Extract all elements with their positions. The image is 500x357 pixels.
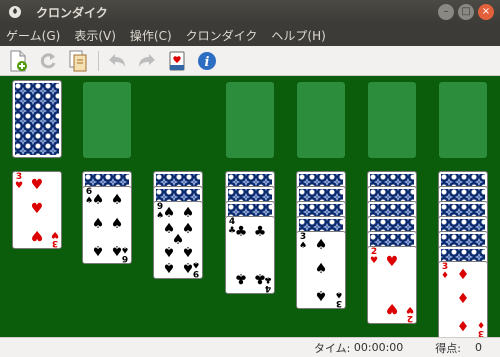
- minimize-button[interactable]: –: [438, 4, 454, 20]
- card-pip: ♠: [91, 192, 105, 208]
- playing-card[interactable]: 2 ♥ ♥ ♥ 2 ♥: [367, 246, 417, 324]
- playing-card[interactable]: 6 ♠ ♠ ♠ ♠ ♠ ♠ ♠ 6 ♠: [82, 186, 132, 264]
- card-pip: ♦: [456, 317, 470, 333]
- foundation-slot[interactable]: [226, 82, 274, 158]
- card-pip: ♥: [30, 201, 44, 217]
- card-pip: ♠: [314, 287, 328, 303]
- toolbar: i: [0, 46, 500, 76]
- card-pip: ♦: [456, 291, 470, 307]
- card-index: 9 ♠: [191, 259, 200, 278]
- card-pip: ♥: [385, 254, 399, 270]
- card-index: 3 ♠: [334, 289, 343, 308]
- foundation-slot[interactable]: [368, 82, 416, 158]
- game-board: 3 ♥ ♥ ♥ ♥ 3 ♥ 6 ♠ ♠ ♠ ♠ ♠ ♠ ♠ 6 ♠ 9 ♠ ♠ ♠ ♠ ♠…: [0, 76, 500, 337]
- card-index: 2 ♥: [405, 304, 414, 323]
- card-index: 4 ♣: [263, 274, 272, 293]
- title-bar: クロンダイク – □ ×: [0, 0, 500, 24]
- card-pip: ♠: [91, 216, 105, 232]
- playing-card[interactable]: 3 ♠ ♠ ♠ ♠ 3 ♠: [296, 231, 346, 309]
- card-pip: ♠: [110, 192, 124, 208]
- card-pip: ♣: [234, 224, 248, 240]
- menu-game[interactable]: ゲーム(G): [6, 27, 60, 44]
- playing-card[interactable]: 4 ♣ ♣ ♣ ♣ ♣ 4 ♣: [225, 216, 275, 294]
- close-button[interactable]: ×: [478, 4, 494, 20]
- card-index: 3 ♠: [299, 232, 308, 251]
- score-label: 得点:: [435, 341, 461, 355]
- card-pip: ♠: [314, 237, 328, 253]
- window-title: クロンダイク: [36, 5, 108, 20]
- card-pip: ♠: [91, 242, 105, 258]
- card-pip: ♠: [162, 243, 176, 259]
- time-value: 00:00:00: [353, 341, 404, 354]
- card-pip: ♠: [110, 216, 124, 232]
- card-pip: ♣: [253, 224, 267, 240]
- toolbar-separator: [98, 50, 99, 71]
- foundation-slot[interactable]: [297, 82, 345, 158]
- playing-card[interactable]: 3 ♦ ♦ ♦ ♦ 3 ♦: [438, 261, 488, 337]
- playing-card[interactable]: 3 ♥ ♥ ♥ ♥ 3 ♥: [12, 171, 62, 249]
- menu-klondike[interactable]: クロンダイク: [186, 27, 258, 44]
- card-pip: ♠: [162, 259, 176, 275]
- card-pip: ♥: [30, 227, 44, 243]
- card-pip: ♠: [314, 261, 328, 277]
- card-pip: ♠: [181, 243, 195, 259]
- card-index: 3 ♥: [15, 172, 24, 191]
- menu-help[interactable]: ヘルプ(H): [271, 27, 325, 44]
- card-pip: ♥: [385, 300, 399, 316]
- card-pip: ♦: [456, 267, 470, 283]
- menu-bar: ゲーム(G) 表示(V) 操作(C) クロンダイク ヘルプ(H): [0, 24, 500, 46]
- time-label: タイム:: [313, 341, 351, 355]
- menu-view[interactable]: 表示(V): [74, 27, 116, 44]
- svg-text:i: i: [205, 55, 210, 70]
- playing-card[interactable]: 9 ♠ ♠ ♠ ♠ ♠ ♠ ♠ ♠ ♠ ♠ 9 ♠: [153, 201, 203, 279]
- undo-icon[interactable]: [105, 49, 129, 73]
- redo-icon[interactable]: [135, 49, 159, 73]
- card-index: 6 ♠: [120, 244, 129, 263]
- card-index: 3 ♥: [50, 229, 59, 248]
- stock-pile[interactable]: [12, 80, 62, 158]
- hint-icon[interactable]: [165, 49, 189, 73]
- status-bar: タイム: 00:00:00 得点: 0: [0, 337, 500, 357]
- card-pip: ♣: [234, 270, 248, 286]
- card-index: 3 ♦: [476, 319, 485, 337]
- info-icon[interactable]: i: [195, 49, 219, 73]
- menu-control[interactable]: 操作(C): [130, 27, 172, 44]
- score-value: 0: [475, 341, 482, 354]
- card-index: 2 ♥: [370, 247, 379, 266]
- maximize-button[interactable]: □: [458, 4, 474, 20]
- card-pip: ♥: [30, 177, 44, 193]
- select-game-icon[interactable]: [66, 49, 90, 73]
- card-index: 3 ♦: [441, 262, 450, 281]
- waste-slot[interactable]: [83, 82, 131, 158]
- foundation-slot[interactable]: [439, 82, 487, 158]
- card-pip: ♠: [162, 205, 176, 221]
- new-game-icon[interactable]: [6, 49, 30, 73]
- card-pip: ♠: [181, 205, 195, 221]
- restart-icon[interactable]: [36, 49, 60, 73]
- window-controls: – □ ×: [438, 4, 494, 20]
- app-icon: [9, 6, 21, 18]
